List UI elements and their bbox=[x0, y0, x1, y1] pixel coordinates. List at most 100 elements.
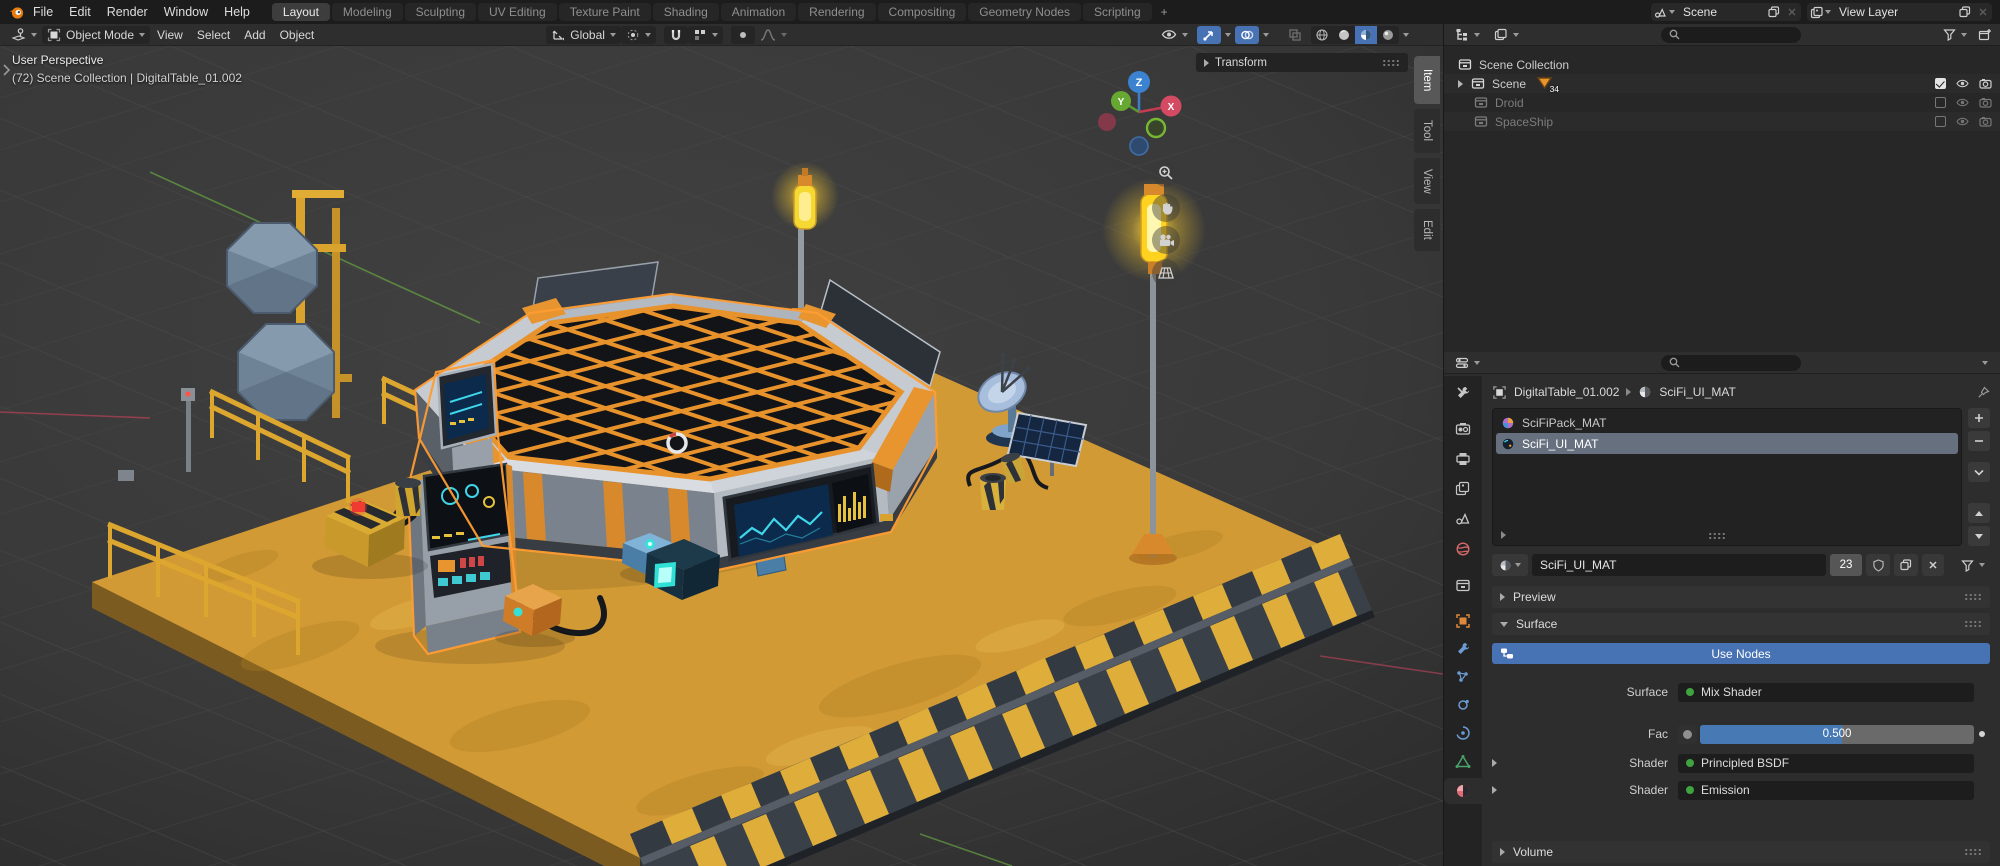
new-collection-button[interactable] bbox=[1976, 26, 1994, 44]
remove-view-layer-icon[interactable] bbox=[1974, 3, 1992, 21]
menu-edit[interactable]: Edit bbox=[61, 5, 99, 19]
overlays-toggle[interactable] bbox=[1235, 26, 1259, 44]
use-nodes-button[interactable]: Use Nodes bbox=[1492, 643, 1990, 664]
menu-view[interactable]: View bbox=[150, 28, 190, 42]
perspective-toggle-button[interactable] bbox=[1152, 259, 1180, 287]
snap-target-button[interactable] bbox=[688, 26, 723, 44]
tab-constraints[interactable] bbox=[1444, 720, 1482, 746]
sidebar-tab-view[interactable]: View bbox=[1414, 158, 1440, 204]
outliner-row-scene-collection[interactable]: Scene Collection bbox=[1444, 55, 2000, 74]
list-resize-grip[interactable] bbox=[1708, 532, 1726, 540]
checkbox-icon[interactable] bbox=[1935, 78, 1946, 89]
zoom-button[interactable] bbox=[1152, 159, 1180, 187]
view-layer-name[interactable]: View Layer bbox=[1831, 5, 1956, 19]
proportional-falloff-button[interactable] bbox=[755, 26, 792, 44]
material-specials-button[interactable] bbox=[1956, 556, 1990, 574]
shading-rendered-button[interactable] bbox=[1377, 26, 1399, 44]
material-users-button[interactable]: 23 bbox=[1830, 554, 1862, 576]
tab-layout[interactable]: Layout bbox=[272, 3, 330, 21]
menu-select[interactable]: Select bbox=[190, 28, 237, 42]
fac-input-socket[interactable] bbox=[1678, 725, 1697, 744]
fake-user-shield-button[interactable] bbox=[1866, 554, 1890, 576]
surface-panel-header[interactable]: Surface bbox=[1492, 613, 1990, 635]
tab-scene[interactable] bbox=[1444, 506, 1482, 532]
new-material-copy-button[interactable] bbox=[1894, 554, 1918, 576]
shader2-field[interactable]: Emission bbox=[1678, 781, 1974, 800]
tab-compositing[interactable]: Compositing bbox=[878, 3, 967, 21]
tab-geometry-nodes[interactable]: Geometry Nodes bbox=[968, 3, 1081, 21]
hide-eye-icon[interactable] bbox=[1955, 97, 1970, 108]
properties-options-button[interactable] bbox=[1976, 354, 1994, 372]
mode-selector[interactable]: Object Mode bbox=[42, 26, 150, 44]
pivot-point-button[interactable] bbox=[621, 26, 656, 44]
menu-file[interactable]: File bbox=[25, 5, 61, 19]
breadcrumb-object[interactable]: DigitalTable_01.002 bbox=[1514, 385, 1619, 399]
tab-material[interactable] bbox=[1444, 778, 1482, 804]
unlink-material-button[interactable] bbox=[1922, 554, 1944, 576]
navigation-gizmo[interactable]: Z Y X bbox=[1087, 60, 1191, 164]
material-slot-list[interactable]: SciFiPack_MAT SciFi_UI_MAT bbox=[1492, 408, 1962, 546]
outliner-display-mode-button[interactable] bbox=[1489, 26, 1524, 44]
transform-panel-header[interactable]: Transform bbox=[1196, 53, 1408, 72]
sidebar-tab-edit[interactable]: Edit bbox=[1414, 209, 1440, 251]
slot-scifipack[interactable]: SciFiPack_MAT bbox=[1496, 412, 1958, 433]
hide-eye-icon[interactable] bbox=[1955, 116, 1970, 127]
expand-icon[interactable] bbox=[1492, 759, 1497, 767]
view-layer-selector[interactable]: View Layer bbox=[1807, 3, 1992, 21]
tab-scripting[interactable]: Scripting bbox=[1083, 3, 1152, 21]
remove-slot-button[interactable] bbox=[1968, 431, 1990, 451]
slot-specials-button[interactable] bbox=[1968, 462, 1990, 482]
menu-object[interactable]: Object bbox=[273, 28, 322, 42]
outliner-row-scene[interactable]: Scene 34 bbox=[1444, 74, 2000, 93]
tab-particles[interactable] bbox=[1444, 664, 1482, 690]
copy-scene-icon[interactable] bbox=[1765, 3, 1783, 21]
menu-window[interactable]: Window bbox=[156, 5, 216, 19]
checkbox-icon[interactable] bbox=[1935, 97, 1946, 108]
fac-slider[interactable]: 0.500 bbox=[1700, 725, 1974, 744]
move-slot-up-button[interactable] bbox=[1968, 503, 1990, 523]
tab-world[interactable] bbox=[1444, 536, 1482, 562]
snap-toggle[interactable] bbox=[664, 26, 688, 44]
pin-icon[interactable] bbox=[1977, 386, 1990, 399]
menu-help[interactable]: Help bbox=[216, 5, 258, 19]
shader1-field[interactable]: Principled BSDF bbox=[1678, 754, 1974, 773]
expand-icon[interactable] bbox=[1492, 786, 1497, 794]
gizmos-toggle[interactable] bbox=[1197, 26, 1221, 44]
browse-material-button[interactable] bbox=[1492, 554, 1528, 576]
menu-render[interactable]: Render bbox=[99, 5, 156, 19]
shading-material-button[interactable] bbox=[1355, 26, 1377, 44]
tab-view-layer[interactable] bbox=[1444, 476, 1482, 502]
scene-selector[interactable]: Scene bbox=[1651, 3, 1801, 21]
tab-physics[interactable] bbox=[1444, 692, 1482, 718]
shading-wireframe-button[interactable] bbox=[1311, 26, 1333, 44]
outliner-filter-button[interactable] bbox=[1938, 26, 1972, 44]
sidebar-tab-tool[interactable]: Tool bbox=[1414, 109, 1440, 153]
surface-shader-field[interactable]: Mix Shader bbox=[1678, 683, 1974, 702]
blender-logo-icon[interactable] bbox=[8, 4, 25, 21]
shading-solid-button[interactable] bbox=[1333, 26, 1355, 44]
tab-collection[interactable] bbox=[1444, 572, 1482, 598]
sidebar-tab-item[interactable]: Item bbox=[1414, 56, 1440, 104]
move-slot-down-button[interactable] bbox=[1968, 526, 1990, 546]
tab-animation[interactable]: Animation bbox=[721, 3, 796, 21]
tab-tool[interactable] bbox=[1444, 380, 1482, 406]
breadcrumb-material[interactable]: SciFi_UI_MAT bbox=[1659, 385, 1735, 399]
scene-name[interactable]: Scene bbox=[1675, 5, 1765, 19]
xray-toggle[interactable] bbox=[1283, 26, 1307, 44]
material-name-field[interactable]: SciFi_UI_MAT bbox=[1532, 554, 1826, 576]
tab-modifiers[interactable] bbox=[1444, 636, 1482, 662]
camera-visibility-icon[interactable] bbox=[1979, 116, 1992, 127]
unlink-scene-icon[interactable] bbox=[1783, 3, 1801, 21]
hide-eye-icon[interactable] bbox=[1955, 78, 1970, 89]
tab-shading[interactable]: Shading bbox=[653, 3, 719, 21]
tab-output[interactable] bbox=[1444, 446, 1482, 472]
tab-modeling[interactable]: Modeling bbox=[332, 3, 403, 21]
tab-object-data[interactable] bbox=[1444, 748, 1482, 774]
tab-rendering[interactable]: Rendering bbox=[798, 3, 875, 21]
proportional-editing-toggle[interactable] bbox=[731, 26, 755, 44]
tab-sculpting[interactable]: Sculpting bbox=[405, 3, 476, 21]
camera-visibility-icon[interactable] bbox=[1979, 78, 1992, 89]
volume-panel-header[interactable]: Volume bbox=[1492, 841, 1990, 863]
camera-visibility-icon[interactable] bbox=[1979, 97, 1992, 108]
properties-editor-type-button[interactable] bbox=[1450, 354, 1485, 372]
